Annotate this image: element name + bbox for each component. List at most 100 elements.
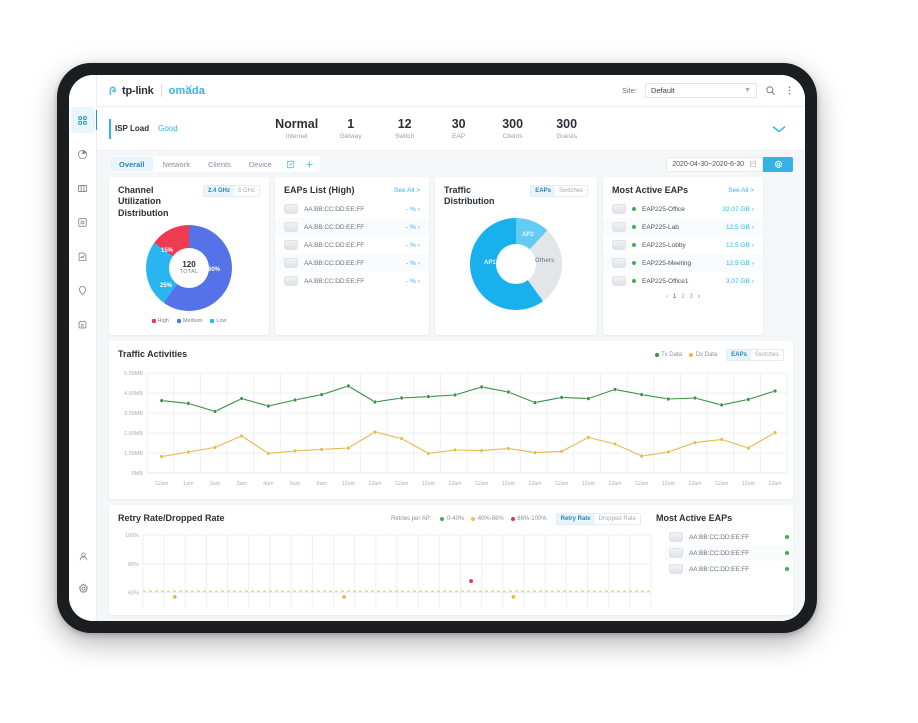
svg-text:12am: 12am	[155, 481, 169, 487]
tab-device[interactable]: Device	[240, 157, 281, 171]
eap-traffic: 3.07 GB ›	[726, 278, 754, 285]
tab-clients[interactable]: Clients	[199, 157, 240, 171]
legend-swatch	[151, 318, 156, 323]
page-prev-icon[interactable]: ‹	[666, 294, 668, 300]
device-icon	[77, 217, 88, 228]
list-item[interactable]: EAP225-Office1 3.07 GB ›	[603, 272, 763, 290]
metric-clients[interactable]: 300 Clients	[486, 117, 540, 139]
pin-icon	[77, 285, 88, 296]
search-icon[interactable]	[765, 85, 776, 96]
svg-text:12am: 12am	[768, 481, 782, 487]
eap-value: - % ›	[406, 260, 420, 267]
eap-mac: AA:BB:CC:DD:EE:FF	[689, 565, 750, 573]
page-1[interactable]: 1	[673, 294, 676, 300]
legend-swatch	[689, 353, 694, 357]
band-option-5[interactable]: 5 GHz	[234, 186, 259, 196]
list-item[interactable]: AA:BB:CC:DD:EE:FF - % ›	[275, 218, 429, 237]
isp-load-value[interactable]: Good	[158, 124, 178, 133]
eap-name: EAP225-Lobby	[642, 241, 686, 249]
legend-item-high: High	[151, 318, 169, 324]
sidebar-item-devices[interactable]	[71, 209, 95, 235]
list-item[interactable]: AA:BB:CC:DD:EE:FF - % ›	[275, 272, 429, 290]
status-dot-online	[785, 567, 789, 571]
sidebar-item-map[interactable]	[71, 175, 95, 201]
chevron-right-icon: ›	[751, 277, 754, 285]
collapse-chevron-icon[interactable]	[771, 124, 793, 134]
sidebar-item-settings[interactable]	[71, 575, 95, 601]
list-item[interactable]: AA:BB:CC:DD:EE:FF	[665, 529, 793, 545]
list-item[interactable]: EAP225-Lab 12.5 GB ›	[603, 218, 763, 237]
eap-mac: AA:BB:CC:DD:EE:FF	[304, 241, 365, 249]
dashboard-settings-button[interactable]	[763, 156, 793, 172]
metric-switch[interactable]: 12 Switch	[378, 117, 432, 139]
insight-icon	[77, 251, 88, 262]
ta-option-eaps[interactable]: EAPs	[727, 350, 751, 360]
donut-label-medium: 60%	[208, 266, 221, 273]
eap-name: EAP225-Meeting	[642, 259, 692, 267]
tab-overall[interactable]: Overall	[110, 157, 154, 171]
ta-option-switches[interactable]: Switches	[751, 350, 783, 360]
sidebar-item-account[interactable]	[71, 543, 95, 569]
site-selector[interactable]: Default ▼	[645, 83, 757, 98]
list-item[interactable]: EAP225-Lobby 12.5 GB ›	[603, 236, 763, 254]
sidebar-item-insight[interactable]	[71, 243, 95, 269]
ap-device-icon	[284, 204, 298, 215]
more-menu-icon[interactable]	[784, 85, 795, 96]
ap-device-icon	[284, 240, 298, 251]
legend-item-66-100: 66%-100%	[510, 516, 547, 522]
tab-network[interactable]: Network	[153, 157, 199, 171]
svg-text:3.00MB: 3.00MB	[124, 411, 143, 417]
svg-text:12am: 12am	[608, 481, 622, 487]
eap-traffic: 12.5 GB ›	[726, 260, 754, 267]
site-label: Site:	[621, 86, 637, 95]
sidebar-item-dashboard[interactable]	[70, 107, 98, 133]
legend-item-40-66: 40%-66%	[471, 516, 504, 522]
dashboard-content[interactable]: Channel Utilization Distribution 2.4 GHz…	[97, 177, 805, 621]
page-next-icon[interactable]: ›	[698, 294, 700, 300]
ap-device-icon	[612, 240, 626, 251]
eaps-see-all-link[interactable]: See All >	[394, 185, 420, 194]
edit-icon[interactable]	[281, 160, 300, 169]
page-2[interactable]: 2	[681, 294, 684, 300]
band-option-24[interactable]: 2.4 GHz	[203, 186, 234, 196]
most-active-see-all-link[interactable]: See All >	[728, 185, 754, 194]
metric-internet[interactable]: Normal Internet	[270, 117, 324, 139]
list-item[interactable]: EAP225-Office 32.07 GB ›	[603, 200, 763, 218]
list-item[interactable]: AA:BB:CC:DD:EE:FF - % ›	[275, 200, 429, 218]
svg-text:12am: 12am	[582, 481, 596, 487]
svg-text:80%: 80%	[128, 562, 139, 568]
retry-rate-plot[interactable]: 60% 80% 100%	[117, 531, 657, 611]
plus-icon[interactable]	[300, 160, 319, 169]
list-item[interactable]: AA:BB:CC:DD:EE:FF - % ›	[275, 236, 429, 254]
gear-icon	[78, 582, 89, 594]
ap-device-icon	[284, 258, 298, 269]
traffic-option-switches[interactable]: Switches	[555, 186, 587, 196]
metric-label: Clients	[502, 132, 523, 140]
metric-eap[interactable]: 30 EAP	[432, 117, 486, 139]
sidebar-item-log[interactable]	[71, 311, 95, 337]
rr-option-dropped[interactable]: Dropped Rate	[595, 514, 640, 524]
sidebar-item-statistics[interactable]	[71, 141, 95, 167]
retry-rate-card: Retry Rate/Dropped Rate Retries per AP: …	[109, 505, 793, 615]
legend-label: Medium	[182, 317, 203, 324]
page-3[interactable]: 3	[690, 294, 693, 300]
list-item[interactable]: AA:BB:CC:DD:EE:FF	[665, 545, 793, 561]
traffic-activities-plot[interactable]: 0MB 1.00MB 2.00MB 3.00MB 4.00MB 5.00MB 12am 1am…	[117, 367, 788, 491]
eap-value: - % ›	[406, 278, 420, 285]
donut-total-value: 120	[182, 260, 196, 270]
list-item[interactable]: AA:BB:CC:DD:EE:FF - % ›	[275, 254, 429, 273]
date-range-control: 2020-04-30~2020-6-30	[666, 156, 793, 172]
rr-option-retry[interactable]: Retry Rate	[556, 514, 595, 524]
list-item[interactable]: AA:BB:CC:DD:EE:FF	[665, 561, 793, 577]
donut-label-others: Others	[535, 257, 555, 264]
traffic-option-eaps[interactable]: EAPs	[531, 186, 555, 196]
eap-mac: AA:BB:CC:DD:EE:FF	[304, 277, 365, 285]
traffic-donut-chart[interactable]: AP1 AP2 Others	[470, 217, 562, 310]
metric-getway[interactable]: 1 Getway	[324, 117, 378, 139]
svg-text:12am: 12am	[742, 481, 756, 487]
channel-donut-chart[interactable]: 120 TOTAL 60% 25% 15%	[146, 224, 232, 311]
sidebar-item-location[interactable]	[71, 277, 95, 303]
list-item[interactable]: EAP225-Meeting 12.5 GB ›	[603, 254, 763, 273]
metric-guests[interactable]: 300 Guests	[540, 117, 594, 139]
date-range-input[interactable]: 2020-04-30~2020-6-30	[666, 156, 763, 172]
